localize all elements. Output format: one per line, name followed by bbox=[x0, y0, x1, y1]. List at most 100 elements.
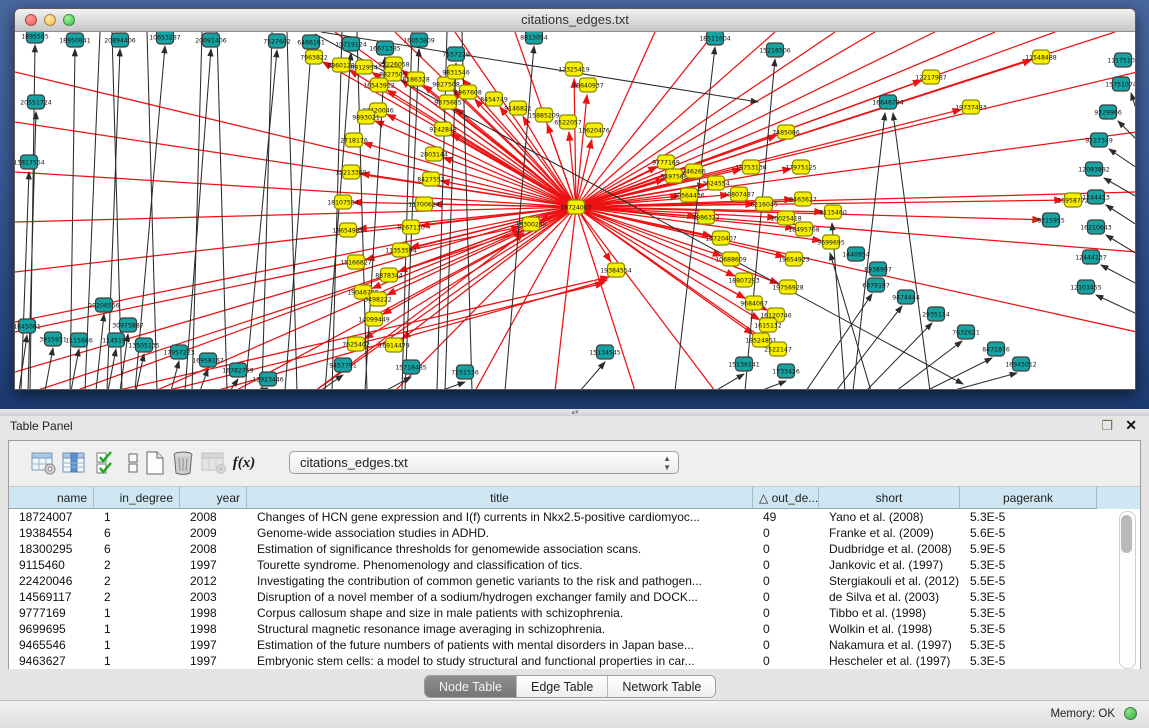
graph-edge[interactable] bbox=[951, 373, 1017, 390]
graph-node[interactable]: 15134545 bbox=[589, 345, 621, 359]
graph-edge[interactable] bbox=[171, 361, 179, 390]
graph-node[interactable]: 16958167 bbox=[192, 353, 224, 367]
graph-edge[interactable] bbox=[576, 80, 922, 207]
table-row[interactable]: 1872400712008Changes of HCN gene express… bbox=[9, 509, 1140, 525]
graph-edge[interactable] bbox=[1096, 295, 1136, 314]
graph-node[interactable]: 12103455 bbox=[1070, 280, 1102, 294]
graph-edge[interactable] bbox=[1131, 93, 1136, 112]
table-selector-dropdown[interactable]: citations_edges.txt ▲▼ bbox=[289, 451, 679, 474]
table-row[interactable]: 946362711997Embryonic stem cells: a mode… bbox=[9, 653, 1140, 669]
graph-node[interactable]: 12213369 bbox=[335, 165, 367, 179]
graph-node[interactable]: 10653287 bbox=[149, 32, 181, 44]
graph-node[interactable]: 17975125 bbox=[785, 160, 817, 174]
splitter-grip-icon[interactable]: ▴▾ bbox=[569, 410, 581, 415]
graph-edge[interactable] bbox=[893, 113, 930, 390]
show-columns-button[interactable] bbox=[61, 450, 87, 476]
graph-node[interactable]: 9242848 bbox=[429, 122, 457, 136]
graph-node[interactable]: 19737493 bbox=[955, 100, 987, 114]
graph-edge[interactable] bbox=[45, 348, 53, 390]
graph-node[interactable]: 12923446 bbox=[252, 372, 284, 386]
graph-node[interactable]: 746266 bbox=[682, 164, 706, 178]
column-header-in_degree[interactable]: in_degree bbox=[94, 487, 180, 509]
graph-edge[interactable] bbox=[445, 63, 456, 390]
graph-edge[interactable] bbox=[926, 358, 992, 390]
delete-attribute-button[interactable] bbox=[170, 450, 196, 476]
network-view-window[interactable]: citations_edges.txt 18724007183002951938… bbox=[14, 8, 1136, 390]
graph-node[interactable]: 9115460 bbox=[819, 205, 847, 219]
graph-node[interactable]: 8938997 bbox=[864, 262, 892, 276]
create-new-attribute-button[interactable] bbox=[142, 450, 168, 476]
graph-node[interactable]: 20894406 bbox=[104, 33, 136, 47]
graph-node[interactable]: 14099449 bbox=[358, 312, 390, 326]
graph-node[interactable]: 8471876 bbox=[982, 342, 1010, 356]
graph-edge[interactable] bbox=[576, 207, 715, 390]
graph-node[interactable]: 1895505 bbox=[21, 32, 49, 43]
graph-edge[interactable] bbox=[836, 306, 902, 390]
graph-edge[interactable] bbox=[260, 388, 268, 390]
graph-node[interactable]: 3915931 bbox=[39, 332, 67, 346]
graph-node[interactable]: 16210643 bbox=[1080, 220, 1112, 234]
graph-node[interactable]: 15136141 bbox=[728, 357, 760, 371]
graph-node[interactable]: 18640937 bbox=[572, 78, 604, 92]
graph-node[interactable]: 1115686 bbox=[65, 333, 93, 347]
graph-node[interactable]: 16945012 bbox=[1005, 357, 1037, 371]
graph-edge[interactable] bbox=[96, 314, 104, 390]
graph-edge[interactable] bbox=[320, 375, 343, 390]
citation-network-graph[interactable]: 1872400718300295193845549777169649756874… bbox=[15, 32, 1136, 390]
graph-edge[interactable] bbox=[576, 32, 715, 207]
column-header-short[interactable]: short bbox=[819, 487, 960, 509]
graph-edge[interactable] bbox=[440, 382, 465, 390]
graph-node[interactable]: 30975887 bbox=[112, 318, 144, 332]
graph-node[interactable]: 18950841 bbox=[59, 33, 91, 47]
graph-node[interactable]: 19654923 bbox=[778, 252, 810, 266]
graph-node[interactable]: 3624554 bbox=[702, 176, 730, 190]
column-header-pagerank[interactable]: pagerank bbox=[960, 487, 1097, 509]
graph-edge[interactable] bbox=[245, 50, 277, 390]
graph-node[interactable]: 12093882 bbox=[1078, 162, 1110, 176]
table-row[interactable]: 911546021997Tourette syndrome. Phenomeno… bbox=[9, 557, 1140, 573]
scrollbar-thumb[interactable] bbox=[1121, 515, 1132, 553]
graph-edge[interactable] bbox=[287, 32, 297, 390]
graph-edge[interactable] bbox=[1101, 265, 1136, 284]
graph-node[interactable]: 8878344 bbox=[375, 268, 403, 282]
graph-edge[interactable] bbox=[15, 172, 576, 207]
graph-node[interactable]: 12444137 bbox=[1075, 250, 1107, 264]
graph-node[interactable]: 18107554 bbox=[327, 195, 359, 209]
graph-node[interactable]: 6879197 bbox=[862, 278, 890, 292]
graph-edge[interactable] bbox=[361, 174, 576, 207]
graph-node[interactable]: 15166827 bbox=[340, 255, 372, 269]
tab-network-table[interactable]: Network Table bbox=[608, 676, 715, 697]
table-row[interactable]: 2242004622012Investigating the contribut… bbox=[9, 573, 1140, 589]
graph-edge[interactable] bbox=[21, 172, 29, 390]
column-header-out_de[interactable]: △ out_de... bbox=[753, 487, 819, 509]
graph-node[interactable]: 20206556 bbox=[88, 298, 120, 312]
graph-node[interactable]: 20091406 bbox=[195, 33, 227, 47]
function-builder-button[interactable]: f(x) bbox=[231, 450, 257, 476]
column-header-title[interactable]: title bbox=[247, 487, 753, 509]
graph-edge[interactable] bbox=[715, 374, 744, 390]
graph-edge[interactable] bbox=[760, 381, 786, 390]
graph-node[interactable]: 8813054 bbox=[520, 32, 548, 44]
table-row[interactable]: 1938455462009Genome-wide association stu… bbox=[9, 525, 1140, 541]
graph-edge[interactable] bbox=[15, 207, 576, 222]
window-titlebar[interactable]: citations_edges.txt bbox=[15, 9, 1135, 32]
graph-edge[interactable] bbox=[262, 32, 272, 390]
graph-edge[interactable] bbox=[147, 32, 157, 390]
graph-node[interactable]: 10807487 bbox=[723, 187, 755, 201]
graph-node[interactable]: 6216045 bbox=[750, 197, 778, 211]
table-row[interactable]: 1830029562008Estimation of significance … bbox=[9, 541, 1140, 557]
graph-node[interactable]: 16671385 bbox=[369, 41, 401, 55]
graph-edge[interactable] bbox=[108, 349, 116, 390]
graph-edge[interactable] bbox=[185, 49, 211, 390]
table-row[interactable]: 969969511998Structural magnetic resonanc… bbox=[9, 621, 1140, 637]
graph-node[interactable]: 1845081 bbox=[15, 319, 41, 333]
graph-edge[interactable] bbox=[576, 95, 587, 207]
graph-edge[interactable] bbox=[1118, 121, 1136, 140]
graph-node[interactable]: 13817554 bbox=[15, 155, 45, 169]
graph-node[interactable]: 9329966 bbox=[1094, 105, 1122, 119]
graph-node[interactable]: 20551724 bbox=[20, 95, 52, 109]
table-options-button[interactable] bbox=[31, 450, 57, 476]
graph-edge[interactable] bbox=[576, 32, 995, 207]
graph-node[interactable]: 1440954 bbox=[842, 247, 870, 261]
graph-edge[interactable] bbox=[830, 253, 871, 390]
